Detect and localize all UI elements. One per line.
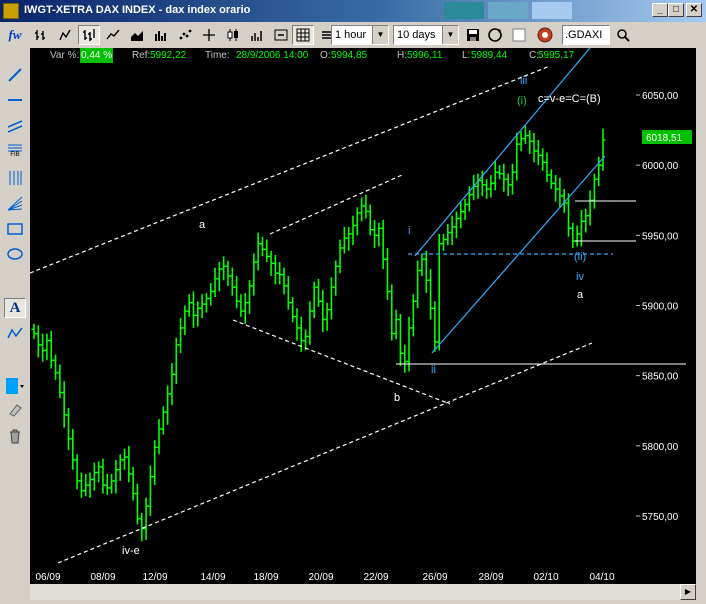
y-axis-label: 5850,00 — [642, 372, 679, 383]
interval-select[interactable]: 1 hour ▼ — [331, 25, 389, 45]
main-toolbar: fw 1 hour ▼ 10 days ▼ .GDAXI — [0, 22, 706, 49]
chevron-down-icon[interactable]: ▼ — [442, 26, 458, 44]
fan-icon[interactable] — [4, 193, 26, 213]
upper-channel-line — [30, 65, 551, 274]
interval-value: 1 hour — [335, 29, 367, 41]
range-value: 10 days — [397, 29, 436, 41]
wave-channel-upper — [414, 48, 591, 257]
ohlc-chart-icon[interactable] — [30, 25, 52, 45]
transparent-icon[interactable] — [508, 25, 530, 45]
search-icon[interactable] — [612, 25, 634, 45]
chevron-down-icon[interactable]: ▼ — [372, 26, 388, 44]
y-axis-label: 6050,00 — [642, 91, 679, 102]
y-axis-label: 5750,00 — [642, 512, 679, 523]
last-price-label: 6018,51 — [646, 133, 683, 144]
wave-annotation: b — [394, 392, 400, 404]
save-icon[interactable] — [462, 25, 484, 45]
wave-annotation: ii — [431, 364, 436, 376]
ellipse-icon[interactable] — [4, 244, 26, 264]
refresh-icon[interactable] — [484, 25, 506, 45]
rectangle-icon[interactable] — [4, 219, 26, 239]
window-title: IWGT-XETRA DAX INDEX - dax index orario — [24, 4, 251, 16]
scroll-right-icon[interactable]: ▶ — [680, 584, 696, 600]
wave-annotation: iv — [576, 271, 584, 283]
wave-icon[interactable] — [4, 324, 26, 344]
wave-annotation: (ii) — [574, 251, 586, 263]
horizontal-scrollbar[interactable]: ▶ — [30, 584, 696, 600]
area-chart-icon[interactable] — [126, 25, 148, 45]
y-axis-label: 5900,00 — [642, 302, 679, 313]
time-icon[interactable] — [534, 25, 556, 45]
wave-annotation: a — [577, 289, 584, 301]
app-icon — [3, 3, 19, 19]
x-axis-label: 26/09 — [422, 572, 447, 583]
x-axis-label: 28/09 — [478, 572, 503, 583]
wave-annotation: i — [408, 225, 410, 237]
fibonacci-icon[interactable]: FIB — [4, 140, 26, 160]
y-axis-label: 5950,00 — [642, 231, 679, 242]
trendline-icon[interactable] — [4, 65, 26, 85]
drawing-toolbar: FIB A — [0, 48, 30, 604]
mid-channel-line — [269, 174, 403, 235]
trash-icon[interactable] — [4, 426, 26, 446]
crosshair-icon[interactable] — [198, 25, 220, 45]
symbol-field[interactable]: .GDAXI — [562, 25, 610, 45]
chart-area[interactable]: Var %: 0,44 % Ref: 5992,22 Time: 28/9/20… — [30, 48, 696, 600]
x-axis-label: 12/09 — [142, 572, 167, 583]
minimize-button[interactable]: _ — [652, 3, 668, 17]
title-swatch — [532, 2, 572, 19]
volume-icon[interactable] — [246, 25, 268, 45]
bar-chart-icon[interactable] — [78, 25, 100, 45]
lower-channel-line — [57, 342, 593, 564]
candlestick-icon[interactable] — [222, 25, 244, 45]
wave-annotation: c=v-e=C=(B) — [538, 93, 601, 105]
fib-label: FIB — [10, 151, 20, 158]
x-axis-label: 04/10 — [589, 572, 614, 583]
wave-annotation: a — [199, 219, 206, 231]
x-axis-label: 06/09 — [35, 572, 60, 583]
x-axis-label: 18/09 — [253, 572, 278, 583]
eraser-icon[interactable] — [4, 400, 26, 420]
vertical-lines-icon[interactable] — [4, 168, 26, 188]
x-axis-label: 14/09 — [200, 572, 225, 583]
y-axis-label: 6000,00 — [642, 161, 679, 172]
maximize-button[interactable]: □ — [668, 3, 684, 17]
close-button[interactable]: ✕ — [686, 3, 702, 17]
parallel-channel-icon[interactable] — [4, 116, 26, 136]
histogram-icon[interactable] — [150, 25, 172, 45]
grid-icon[interactable] — [292, 25, 314, 45]
b-wave-line — [232, 319, 451, 405]
price-chart[interactable]: 6050,00 6000,00 5950,00 5900,00 5850,00 5800,… — [30, 48, 696, 600]
hollow-chart-icon[interactable] — [54, 25, 76, 45]
title-swatch — [444, 2, 484, 19]
title-swatch — [488, 2, 528, 19]
vertical-scrollbar[interactable] — [696, 48, 706, 604]
text-icon[interactable]: A — [4, 298, 26, 318]
line-chart-icon[interactable] — [102, 25, 124, 45]
window-titlebar: IWGT-XETRA DAX INDEX - dax index orario … — [0, 0, 706, 22]
x-axis-label: 20/09 — [308, 572, 333, 583]
wave-annotation: iii — [520, 75, 527, 87]
wave-annotation: (i) — [517, 95, 527, 107]
horizontal-line-icon[interactable] — [4, 90, 26, 110]
wave-annotation: iv-e — [122, 545, 140, 557]
x-axis-label: 08/09 — [90, 572, 115, 583]
color-icon[interactable] — [4, 376, 26, 396]
logo-button[interactable]: fw — [2, 25, 28, 45]
y-axis-label: 5800,00 — [642, 442, 679, 453]
range-select[interactable]: 10 days ▼ — [393, 25, 459, 45]
x-axis-label: 02/10 — [533, 572, 558, 583]
zoom-out-icon[interactable] — [270, 25, 292, 45]
dot-chart-icon[interactable] — [174, 25, 196, 45]
x-axis-label: 22/09 — [363, 572, 388, 583]
